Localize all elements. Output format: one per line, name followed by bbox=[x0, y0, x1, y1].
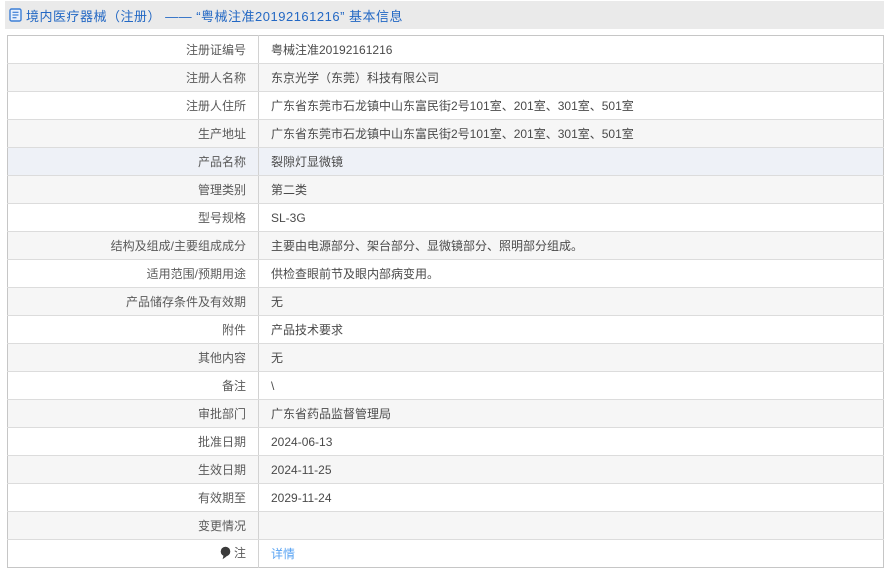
document-icon bbox=[9, 8, 22, 22]
row-value-cell: 东京光学（东莞）科技有限公司 bbox=[258, 63, 884, 92]
table-row: 注 详情 bbox=[7, 539, 884, 568]
table-row: 注册人住所 广东省东莞市石龙镇中山东富民街2号101室、201室、301室、501… bbox=[7, 91, 884, 120]
table-row: 审批部门 广东省药品监督管理局 bbox=[7, 399, 884, 428]
row-value-cell: 2029-11-24 bbox=[258, 483, 884, 512]
row-label: 产品名称 bbox=[197, 155, 246, 169]
row-value-cell: SL-3G bbox=[258, 203, 884, 232]
row-label-cell: 注册证编号 bbox=[7, 35, 259, 64]
row-value: 2029-11-24 bbox=[271, 490, 332, 505]
table-row: 备注 \ bbox=[7, 371, 884, 400]
row-value-cell: 裂隙灯显微镜 bbox=[258, 147, 884, 176]
row-label: 注册人名称 bbox=[185, 71, 246, 85]
row-value: \ bbox=[271, 378, 275, 393]
row-label: 附件 bbox=[221, 323, 246, 337]
page-header: 境内医疗器械（注册） —— “粤械注准20192161216” 基本信息 bbox=[5, 1, 884, 29]
row-label-cell: 生效日期 bbox=[7, 455, 259, 484]
row-value: 2024-06-13 bbox=[271, 434, 333, 449]
row-label: 其他内容 bbox=[197, 351, 246, 365]
row-label: 批准日期 bbox=[197, 435, 246, 449]
row-label: 注册人住所 bbox=[185, 99, 246, 113]
row-value: 供检查眼前节及眼内部病变用。 bbox=[271, 267, 440, 281]
row-value-cell: 无 bbox=[258, 287, 884, 316]
row-label: 结构及组成/主要组成成分 bbox=[110, 239, 246, 253]
row-value: 广东省药品监督管理局 bbox=[271, 407, 392, 421]
row-value-cell: 广东省东莞市石龙镇中山东富民街2号101室、201室、301室、501室 bbox=[258, 91, 884, 120]
row-value-cell: 无 bbox=[258, 343, 884, 372]
row-value-cell: 2024-11-25 bbox=[258, 455, 884, 484]
row-value: SL-3G bbox=[271, 210, 306, 225]
row-label: 注册证编号 bbox=[185, 43, 246, 57]
row-value-cell: 2024-06-13 bbox=[258, 427, 884, 456]
row-label: 型号规格 bbox=[197, 211, 246, 225]
table-row: 产品储存条件及有效期 无 bbox=[7, 287, 884, 316]
row-label-cell: 注册人名称 bbox=[7, 63, 259, 92]
row-value-cell: 主要由电源部分、架台部分、显微镜部分、照明部分组成。 bbox=[258, 231, 884, 260]
row-value: 主要由电源部分、架台部分、显微镜部分、照明部分组成。 bbox=[271, 239, 584, 253]
table-row: 其他内容 无 bbox=[7, 343, 884, 372]
row-value-cell: 产品技术要求 bbox=[258, 315, 884, 344]
row-label: 生产地址 bbox=[197, 127, 246, 141]
row-label-cell: 其他内容 bbox=[7, 343, 259, 372]
row-label: 产品储存条件及有效期 bbox=[125, 295, 246, 309]
table-row: 有效期至 2029-11-24 bbox=[7, 483, 884, 512]
row-label: 注 bbox=[233, 546, 246, 561]
row-value-cell: 广东省药品监督管理局 bbox=[258, 399, 884, 428]
registration-info-table: 注册证编号 粤械注准20192161216 注册人名称 东京光学（东莞）科技有限公司注… bbox=[7, 35, 884, 568]
row-value: 产品技术要求 bbox=[271, 323, 344, 337]
row-label-cell: 注册人住所 bbox=[7, 91, 259, 120]
table-row: 注册证编号 粤械注准20192161216 bbox=[7, 35, 884, 64]
table-row: 注册人名称 东京光学（东莞）科技有限公司 bbox=[7, 63, 884, 92]
row-label-cell: 生产地址 bbox=[7, 119, 259, 148]
row-value-cell: 详情 bbox=[259, 540, 884, 568]
table-row: 生效日期 2024-11-25 bbox=[7, 455, 884, 484]
row-value: 无 bbox=[271, 351, 284, 365]
table-row: 适用范围/预期用途 供检查眼前节及眼内部病变用。 bbox=[7, 259, 884, 288]
row-value-cell: \ bbox=[258, 371, 884, 400]
row-value: 无 bbox=[271, 295, 284, 309]
row-value: 第二类 bbox=[271, 183, 308, 197]
table-row: 附件 产品技术要求 bbox=[7, 315, 884, 344]
row-value-cell: 第二类 bbox=[258, 175, 884, 204]
row-label: 变更情况 bbox=[197, 519, 246, 533]
row-value: 粤械注准20192161216 bbox=[271, 43, 393, 57]
row-label-cell: 产品储存条件及有效期 bbox=[7, 287, 259, 316]
row-label: 审批部门 bbox=[197, 407, 246, 421]
row-value-cell bbox=[258, 511, 884, 540]
row-value: 裂隙灯显微镜 bbox=[271, 155, 344, 169]
table-row: 结构及组成/主要组成成分 主要由电源部分、架台部分、显微镜部分、照明部分组成。 bbox=[7, 231, 884, 260]
row-label-cell: 适用范围/预期用途 bbox=[7, 259, 259, 288]
row-value: 广东省东莞市石龙镇中山东富民街2号101室、201室、301室、501室 bbox=[271, 127, 634, 141]
row-label: 生效日期 bbox=[197, 463, 246, 477]
table-row: 批准日期 2024-06-13 bbox=[7, 427, 884, 456]
row-label-cell: 型号规格 bbox=[7, 203, 259, 232]
row-value: 广东省东莞市石龙镇中山东富民街2号101室、201室、301室、501室 bbox=[271, 99, 634, 113]
row-label-cell: 管理类别 bbox=[7, 175, 259, 204]
row-value: 2024-11-25 bbox=[271, 462, 332, 477]
table-row: 产品名称 裂隙灯显微镜 bbox=[7, 147, 884, 176]
row-value: 东京光学（东莞）科技有限公司 bbox=[271, 71, 440, 85]
table-row: 变更情况 bbox=[7, 511, 884, 540]
table-row: 管理类别 第二类 bbox=[7, 175, 884, 204]
row-value-cell: 广东省东莞市石龙镇中山东富民街2号101室、201室、301室、501室 bbox=[258, 119, 884, 148]
row-value-cell: 供检查眼前节及眼内部病变用。 bbox=[258, 259, 884, 288]
table-row: 生产地址 广东省东莞市石龙镇中山东富民街2号101室、201室、301室、501室 bbox=[7, 119, 884, 148]
row-value-cell: 粤械注准20192161216 bbox=[258, 35, 884, 64]
row-label: 有效期至 bbox=[197, 491, 246, 505]
row-label-cell: 结构及组成/主要组成成分 bbox=[7, 231, 259, 260]
page-title: 境内医疗器械（注册） —— “粤械注准20192161216” 基本信息 bbox=[26, 8, 404, 24]
row-label-cell: 变更情况 bbox=[7, 511, 259, 540]
details-link[interactable]: 详情 bbox=[271, 547, 295, 561]
row-label-cell: 备注 bbox=[7, 371, 259, 400]
row-label-cell: 批准日期 bbox=[7, 427, 259, 456]
row-label: 备注 bbox=[221, 379, 246, 393]
row-label: 管理类别 bbox=[197, 183, 246, 197]
table-row: 型号规格 SL-3G bbox=[7, 203, 884, 232]
row-label-cell: 注 bbox=[7, 539, 259, 568]
row-label-cell: 有效期至 bbox=[7, 483, 259, 512]
balloon-icon bbox=[220, 546, 231, 560]
row-label: 适用范围/预期用途 bbox=[146, 267, 246, 281]
row-label-cell: 附件 bbox=[7, 315, 259, 344]
row-label-cell: 审批部门 bbox=[7, 399, 259, 428]
row-label-cell: 产品名称 bbox=[7, 147, 259, 176]
